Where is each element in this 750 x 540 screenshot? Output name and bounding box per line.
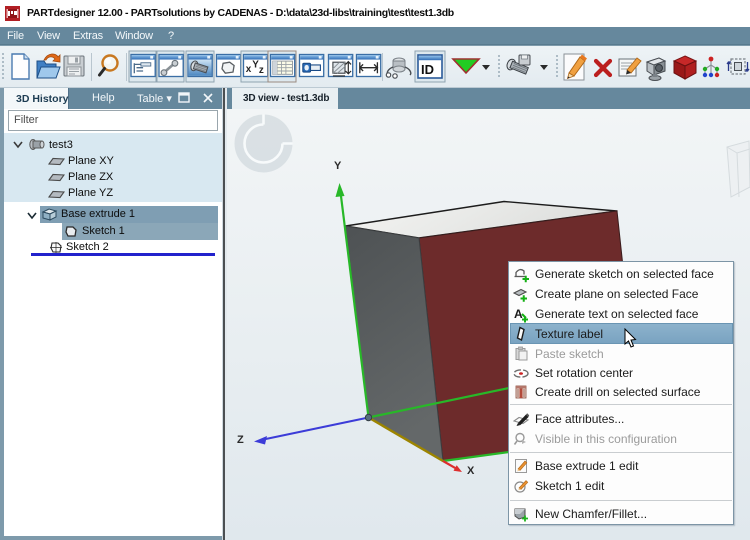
svg-text:x: x	[246, 64, 252, 75]
svg-text:A: A	[514, 307, 523, 321]
svg-text:z: z	[259, 65, 264, 76]
svg-text:X: X	[467, 465, 475, 477]
svg-text:ID: ID	[421, 62, 434, 77]
svg-text:Z: Z	[237, 434, 244, 446]
svg-text:Y: Y	[334, 160, 342, 172]
